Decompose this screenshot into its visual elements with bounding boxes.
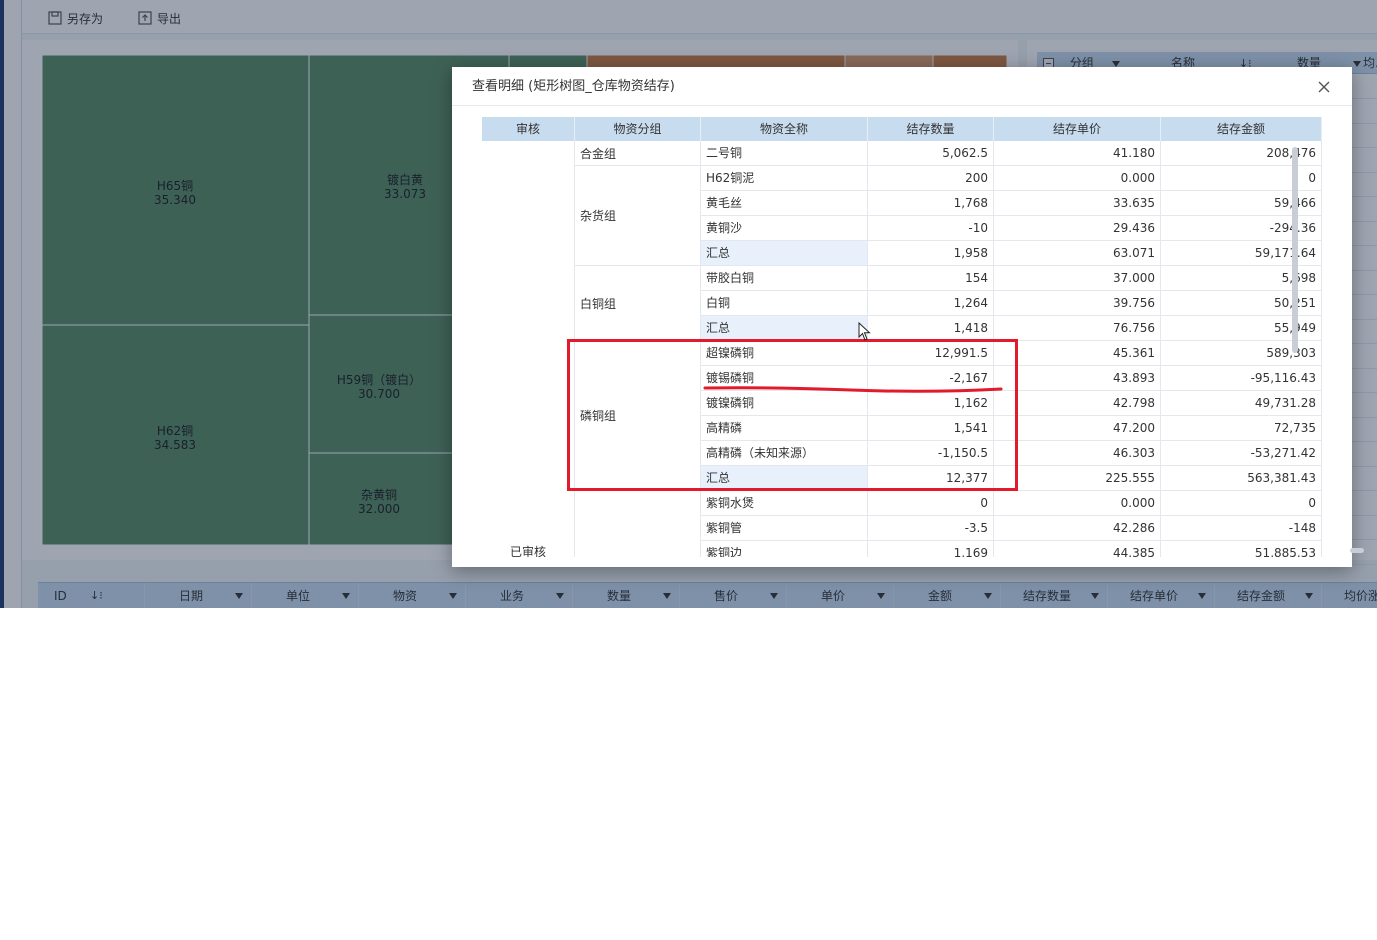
detail-table: 审核 物资分组 物资全称 结存数量 结存单价 结存金额 已审核 合金组 二号铜 5,062.5 4… — [482, 117, 1322, 557]
stock-qty-cell: -3.5 — [868, 516, 994, 541]
group-name: 杂货组 — [580, 209, 617, 223]
stock-qty-cell: 200 — [868, 166, 994, 191]
dialog-divider — [452, 105, 1352, 106]
stock-price-cell: 43.893 — [994, 366, 1161, 391]
stock-qty-cell: -10 — [868, 216, 994, 241]
stock-price-cell: 42.798 — [994, 391, 1161, 416]
item-name-cell: 黄铜沙 — [701, 216, 868, 241]
item-name-cell: H62铜泥 — [701, 166, 868, 191]
audit-status-label: 已审核 — [509, 545, 546, 557]
stock-amount-cell: -53,271.42 — [1161, 441, 1322, 466]
item-name-cell: 白铜 — [701, 291, 868, 316]
stock-price-cell: 0.000 — [994, 166, 1161, 191]
stock-price-cell: 76.756 — [994, 316, 1161, 341]
stock-qty-cell: 1,162 — [868, 391, 994, 416]
detail-table-col-3[interactable]: 物资全称 — [701, 117, 868, 141]
item-name-cell: 紫铜边 — [701, 541, 868, 557]
item-name-cell: 超镍磷铜 — [701, 341, 868, 366]
stock-qty-cell: 0 — [868, 491, 994, 516]
item-name-cell: 紫铜水煲 — [701, 491, 868, 516]
group-cell — [575, 491, 701, 557]
group-cell: 合金组 — [575, 141, 701, 166]
stock-price-cell: 37.000 — [994, 266, 1161, 291]
stock-amount-cell: -148 — [1161, 516, 1322, 541]
stock-amount-cell: 51,885.53 — [1161, 541, 1322, 557]
detail-table-col-5[interactable]: 结存单价 — [994, 117, 1161, 141]
stock-qty-cell: 1,418 — [868, 316, 994, 341]
stock-price-cell: 47.200 — [994, 416, 1161, 441]
stock-qty-cell: 1,169 — [868, 541, 994, 557]
horizontal-scrollbar[interactable] — [1350, 548, 1364, 553]
group-name: 磷铜组 — [580, 409, 617, 423]
stock-qty-cell: 154 — [868, 266, 994, 291]
group-cell: 白铜组 — [575, 266, 701, 341]
stock-price-cell: 63.071 — [994, 241, 1161, 266]
item-name-cell: 镀锡磷铜 — [701, 366, 868, 391]
detail-table-col-2[interactable]: 物资分组 — [575, 117, 701, 141]
item-name-cell: 汇总 — [701, 241, 868, 266]
stock-qty-cell: 1,264 — [868, 291, 994, 316]
stock-price-cell: 0.000 — [994, 491, 1161, 516]
stock-qty-cell: 1,768 — [868, 191, 994, 216]
stock-amount-cell: 72,735 — [1161, 416, 1322, 441]
stock-amount-cell: 563,381.43 — [1161, 466, 1322, 491]
item-name-cell: 黄毛丝 — [701, 191, 868, 216]
stock-qty-cell: -1,150.5 — [868, 441, 994, 466]
stock-price-cell: 45.361 — [994, 341, 1161, 366]
group-cell: 磷铜组 — [575, 341, 701, 491]
detail-table-col-6[interactable]: 结存金额 — [1161, 117, 1322, 141]
stock-amount-cell: -95,116.43 — [1161, 366, 1322, 391]
stock-price-cell: 33.635 — [994, 191, 1161, 216]
stock-price-cell: 39.756 — [994, 291, 1161, 316]
stock-qty-cell: -2,167 — [868, 366, 994, 391]
vertical-scrollbar[interactable] — [1292, 147, 1298, 353]
stock-price-cell: 42.286 — [994, 516, 1161, 541]
detail-table-body: 已审核合金组二号铜5,062.541.180208,476杂货组H62铜泥200… — [482, 141, 1322, 557]
item-name-cell: 二号铜 — [701, 141, 868, 166]
stock-price-cell: 46.303 — [994, 441, 1161, 466]
item-name-cell: 紫铜管 — [701, 516, 868, 541]
group-name: 白铜组 — [580, 296, 617, 311]
stock-price-cell: 44.385 — [994, 541, 1161, 557]
group-cell: 杂货组 — [575, 166, 701, 266]
stock-amount-cell: 0 — [1161, 491, 1322, 516]
detail-table-col-4[interactable]: 结存数量 — [868, 117, 994, 141]
detail-table-col-1[interactable]: 审核 — [482, 117, 575, 141]
dialog-title: 查看明细 (矩形树图_仓库物资结存) — [472, 79, 675, 94]
stock-price-cell: 225.555 — [994, 466, 1161, 491]
stock-price-cell: 41.180 — [994, 141, 1161, 166]
stock-price-cell: 29.436 — [994, 216, 1161, 241]
audit-status-cell: 已审核 — [482, 141, 575, 557]
mouse-cursor-icon — [858, 322, 871, 341]
item-name-cell: 汇总 — [701, 466, 868, 491]
item-name-cell: 带胶白铜 — [701, 266, 868, 291]
stock-amount-cell: 49,731.28 — [1161, 391, 1322, 416]
stock-qty-cell: 12,377 — [868, 466, 994, 491]
item-name-cell: 高精磷 — [701, 416, 868, 441]
stock-qty-cell: 1,958 — [868, 241, 994, 266]
stock-qty-cell: 5,062.5 — [868, 141, 994, 166]
detail-dialog: 查看明细 (矩形树图_仓库物资结存) 审核 物资分组 物资全称 结存数量 结存单价 结存金… — [452, 67, 1364, 567]
close-icon[interactable] — [1316, 79, 1332, 95]
stock-qty-cell: 12,991.5 — [868, 341, 994, 366]
item-name-cell: 高精磷（未知来源） — [701, 441, 868, 466]
item-name-cell: 镀镍磷铜 — [701, 391, 868, 416]
item-name-cell: 汇总 — [701, 316, 868, 341]
stock-qty-cell: 1,541 — [868, 416, 994, 441]
detail-table-header: 审核 物资分组 物资全称 结存数量 结存单价 结存金额 — [482, 117, 1322, 141]
group-name: 合金组 — [580, 146, 617, 161]
